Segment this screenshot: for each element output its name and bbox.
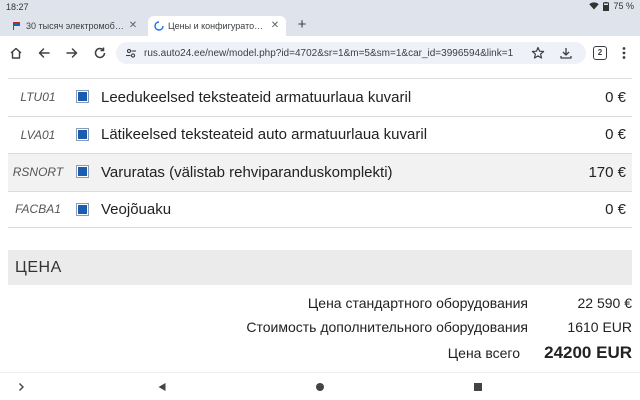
option-row-facba1: FACBA1 Veojõuaku 0 € [8, 190, 632, 228]
option-code: RSNORT [12, 165, 64, 180]
nav-recents-icon[interactable] [470, 379, 486, 395]
system-nav-bar [0, 372, 640, 400]
option-price: 0 € [605, 88, 626, 106]
option-row-rsnort: RSNORT Varuratas (välistab rehviparandus… [8, 153, 632, 191]
battery-level: 75 % [613, 1, 634, 11]
status-bar: 18:27 75 % [0, 0, 640, 14]
tab-configurator[interactable]: Цены и конфигуратор - Das ✕ [148, 16, 286, 36]
option-name: Veojõuaku [101, 200, 172, 218]
nav-back-icon[interactable] [154, 379, 170, 395]
option-name: Leedukeelsed teksteateid armatuurlaua ku… [101, 88, 412, 106]
back-arrow-icon[interactable] [36, 45, 52, 61]
page-content[interactable]: LTU01 Leedukeelsed teksteateid armatuurl… [0, 70, 640, 372]
status-time: 18:27 [6, 2, 29, 12]
tab-title: 30 тысяч электромобилей [26, 21, 124, 31]
extra-price-value: 1610 EUR [567, 319, 632, 335]
home-icon[interactable] [8, 45, 24, 61]
option-code: LTU01 [20, 90, 56, 105]
tab-title: Цены и конфигуратор - Das [168, 21, 266, 31]
option-name: Lätikeelsed teksteateid auto armatuurlau… [101, 126, 428, 144]
close-tab-icon[interactable]: ✕ [128, 21, 138, 31]
url-text[interactable]: rus.auto24.ee/new/model.php?id=4702&sr=1… [144, 48, 524, 59]
option-row-lva01: LVA01 Lätikeelsed teksteateid auto armat… [8, 115, 632, 154]
option-checkbox[interactable] [76, 165, 89, 178]
site-settings-icon[interactable] [124, 46, 138, 60]
flag-icon [12, 21, 22, 31]
tab-switcher-button[interactable]: 2 [593, 46, 607, 60]
browser-toolbar: rus.auto24.ee/new/model.php?id=4702&sr=1… [0, 36, 640, 70]
wifi-icon [589, 2, 600, 10]
star-icon[interactable] [530, 45, 546, 61]
battery-icon [603, 1, 610, 11]
chevron-right-icon[interactable] [13, 379, 29, 395]
extra-price-label: Стоимость дополнительного оборудования [246, 319, 528, 335]
reload-icon[interactable] [92, 45, 108, 61]
tab-strip: 30 тысяч электромобилей ✕ Цены и конфигу… [0, 14, 640, 36]
download-icon[interactable] [558, 45, 574, 61]
nav-home-icon[interactable] [312, 379, 328, 395]
option-checkbox[interactable] [76, 90, 89, 103]
address-bar[interactable]: rus.auto24.ee/new/model.php?id=4702&sr=1… [116, 42, 586, 64]
option-name: Varuratas (välistab rehviparanduskomplek… [101, 163, 393, 181]
close-tab-icon[interactable]: ✕ [270, 21, 280, 31]
option-price: 170 € [588, 163, 626, 181]
option-checkbox[interactable] [76, 127, 89, 141]
standard-price-label: Цена стандартного оборудования [307, 295, 528, 311]
total-price-row: Цена всего 24200 EUR [8, 343, 632, 367]
more-vert-icon[interactable] [616, 45, 632, 61]
options-list: LTU01 Leedukeelsed teksteateid armatuurl… [8, 78, 632, 228]
total-price-value: 24200 EUR [544, 343, 632, 362]
tab-electric-cars[interactable]: 30 тысяч электромобилей ✕ [6, 16, 144, 36]
option-row-ltu01: LTU01 Leedukeelsed teksteateid armatuurl… [8, 78, 632, 116]
option-price: 0 € [605, 200, 626, 218]
standard-price-value: 22 590 € [577, 295, 633, 311]
option-code: FACBA1 [15, 202, 61, 217]
status-indicators: 75 % [589, 1, 634, 11]
price-section-header: ЦЕНА [8, 250, 632, 285]
total-price-label: Цена всего [447, 345, 520, 361]
loading-icon [154, 21, 164, 31]
standard-price-row: Цена стандартного оборудования 22 590 € [8, 295, 632, 317]
extra-price-row: Стоимость дополнительного оборудования 1… [8, 319, 632, 341]
option-checkbox[interactable] [76, 202, 89, 216]
price-section-title: ЦЕНА [15, 259, 62, 276]
new-tab-button[interactable]: + [294, 17, 310, 33]
forward-arrow-icon[interactable] [64, 45, 80, 61]
option-price: 0 € [605, 126, 626, 144]
option-code: LVA01 [20, 127, 56, 142]
